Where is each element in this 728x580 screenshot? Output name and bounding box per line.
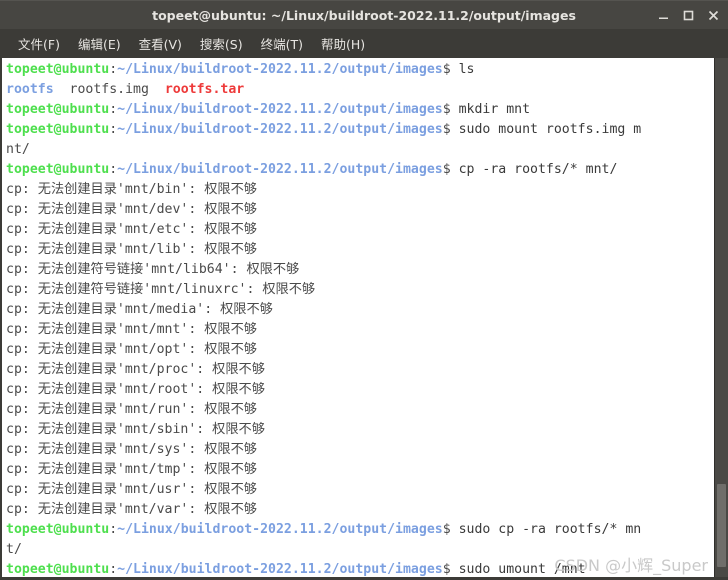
terminal-ls-output-line: rootfs rootfs.img rootfs.tar [6,80,714,100]
terminal-area: topeet@ubuntu:~/Linux/buildroot-2022.11.… [0,58,728,580]
prompt-colon: : [109,122,118,137]
output-text: t/ [6,542,22,557]
output-text: cp: 无法创建目录'mnt/root': 权限不够 [6,382,265,397]
terminal-output-line: cp: 无法创建目录'mnt/etc': 权限不够 [6,220,714,240]
terminal-output-line: cp: 无法创建符号链接'mnt/linuxrc': 权限不够 [6,280,714,300]
prompt-path: ~/Linux/buildroot-2022.11.2/output/image… [117,562,443,577]
terminal-output-line: cp: 无法创建目录'mnt/proc': 权限不够 [6,360,714,380]
close-icon[interactable] [707,9,720,22]
ls-entry-1 [54,82,70,97]
menu-item-terminal[interactable]: 终端(T) [252,32,312,56]
prompt-colon: : [109,62,118,77]
output-text: cp: 无法创建目录'mnt/sbin': 权限不够 [6,422,265,437]
menu-item-edit[interactable]: 编辑(E) [69,32,130,56]
terminal-output[interactable]: topeet@ubuntu:~/Linux/buildroot-2022.11.… [2,58,714,577]
prompt-colon: : [109,562,118,577]
menubar: 文件(F) 编辑(E) 查看(V) 搜索(S) 终端(T) 帮助(H) [0,29,728,58]
terminal-prompt-line: topeet@ubuntu:~/Linux/buildroot-2022.11.… [6,560,714,577]
prompt-user: topeet@ubuntu [6,562,110,577]
output-text: cp: 无法创建目录'mnt/var': 权限不够 [6,502,257,517]
prompt-path: ~/Linux/buildroot-2022.11.2/output/image… [117,122,443,137]
window-title: topeet@ubuntu: ~/Linux/buildroot-2022.11… [152,7,576,23]
output-text: cp: 无法创建符号链接'mnt/lib64': 权限不够 [6,262,300,277]
terminal-output-line: cp: 无法创建目录'mnt/sys': 权限不够 [6,440,714,460]
output-text: cp: 无法创建目录'mnt/mnt': 权限不够 [6,322,257,337]
output-text: cp: 无法创建目录'mnt/etc': 权限不够 [6,222,257,237]
titlebar[interactable]: topeet@ubuntu: ~/Linux/buildroot-2022.11… [0,0,728,29]
ls-entry-2: rootfs.img [69,82,149,97]
terminal-output-line: cp: 无法创建目录'mnt/dev': 权限不够 [6,200,714,220]
output-text: cp: 无法创建目录'mnt/dev': 权限不够 [6,202,257,217]
terminal-prompt-line: topeet@ubuntu:~/Linux/buildroot-2022.11.… [6,60,714,80]
menu-item-search[interactable]: 搜索(S) [191,32,252,56]
prompt-dollar: $ [442,122,459,137]
terminal-output-line: cp: 无法创建目录'mnt/sbin': 权限不够 [6,420,714,440]
output-text: cp: 无法创建目录'mnt/media': 权限不够 [6,302,273,317]
prompt-colon: : [109,522,118,537]
terminal-output-line: cp: 无法创建目录'mnt/var': 权限不够 [6,500,714,520]
terminal-output-line: cp: 无法创建符号链接'mnt/lib64': 权限不够 [6,260,714,280]
terminal-prompt-line: topeet@ubuntu:~/Linux/buildroot-2022.11.… [6,160,714,180]
output-text: cp: 无法创建目录'mnt/bin': 权限不够 [6,182,257,197]
menu-item-file[interactable]: 文件(F) [9,32,69,56]
prompt-dollar: $ [442,162,459,177]
terminal-command: mkdir mnt [458,102,531,117]
menu-item-view[interactable]: 查看(V) [130,32,191,56]
window-controls [657,1,720,29]
output-text: cp: 无法创建目录'mnt/lib': 权限不够 [6,242,257,257]
prompt-dollar: $ [442,562,459,577]
terminal-scrollbar[interactable] [714,58,728,577]
output-text: cp: 无法创建符号链接'mnt/linuxrc': 权限不够 [6,282,316,297]
terminal-output-line: nt/ [6,140,714,160]
output-text: cp: 无法创建目录'mnt/proc': 权限不够 [6,362,265,377]
terminal-output-line: cp: 无法创建目录'mnt/usr': 权限不够 [6,480,714,500]
prompt-colon: : [109,162,118,177]
terminal-output-line: cp: 无法创建目录'mnt/root': 权限不够 [6,380,714,400]
prompt-path: ~/Linux/buildroot-2022.11.2/output/image… [117,102,443,117]
terminal-output-line: cp: 无法创建目录'mnt/media': 权限不够 [6,300,714,320]
ls-entry-3 [149,82,165,97]
terminal-command: sudo umount /mnt [458,562,586,577]
prompt-path: ~/Linux/buildroot-2022.11.2/output/image… [117,522,443,537]
terminal-output-line: cp: 无法创建目录'mnt/bin': 权限不够 [6,180,714,200]
prompt-user: topeet@ubuntu [6,102,110,117]
terminal-command: sudo mount rootfs.img m [458,122,642,137]
prompt-dollar: $ [442,522,459,537]
output-text: cp: 无法创建目录'mnt/tmp': 权限不够 [6,462,257,477]
terminal-prompt-line: topeet@ubuntu:~/Linux/buildroot-2022.11.… [6,520,714,540]
prompt-dollar: $ [442,102,459,117]
terminal-output-line: cp: 无法创建目录'mnt/tmp': 权限不够 [6,460,714,480]
prompt-user: topeet@ubuntu [6,522,110,537]
terminal-output-line: cp: 无法创建目录'mnt/lib': 权限不够 [6,240,714,260]
minimize-icon[interactable] [657,9,670,22]
prompt-user: topeet@ubuntu [6,62,110,77]
terminal-prompt-line: topeet@ubuntu:~/Linux/buildroot-2022.11.… [6,120,714,140]
terminal-output-line: t/ [6,540,714,560]
scrollbar-thumb[interactable] [717,483,726,567]
output-text: nt/ [6,142,30,157]
terminal-command: ls [458,62,475,77]
prompt-dollar: $ [442,62,459,77]
prompt-user: topeet@ubuntu [6,122,110,137]
terminal-output-line: cp: 无法创建目录'mnt/mnt': 权限不够 [6,320,714,340]
terminal-prompt-line: topeet@ubuntu:~/Linux/buildroot-2022.11.… [6,100,714,120]
output-text: cp: 无法创建目录'mnt/usr': 权限不够 [6,482,257,497]
terminal-output-line: cp: 无法创建目录'mnt/run': 权限不够 [6,400,714,420]
maximize-icon[interactable] [682,9,695,22]
ls-entry-4: rootfs.tar [164,82,245,97]
prompt-path: ~/Linux/buildroot-2022.11.2/output/image… [117,62,443,77]
terminal-window: topeet@ubuntu: ~/Linux/buildroot-2022.11… [0,0,728,580]
prompt-user: topeet@ubuntu [6,162,110,177]
output-text: cp: 无法创建目录'mnt/opt': 权限不够 [6,342,257,357]
prompt-colon: : [109,102,118,117]
output-text: cp: 无法创建目录'mnt/run': 权限不够 [6,402,257,417]
terminal-command: sudo cp -ra rootfs/* mn [458,522,642,537]
prompt-path: ~/Linux/buildroot-2022.11.2/output/image… [117,162,443,177]
ls-entry-0: rootfs [6,82,54,97]
terminal-command: cp -ra rootfs/* mnt/ [458,162,618,177]
output-text: cp: 无法创建目录'mnt/sys': 权限不够 [6,442,257,457]
terminal-output-line: cp: 无法创建目录'mnt/opt': 权限不够 [6,340,714,360]
menu-item-help[interactable]: 帮助(H) [312,32,374,56]
